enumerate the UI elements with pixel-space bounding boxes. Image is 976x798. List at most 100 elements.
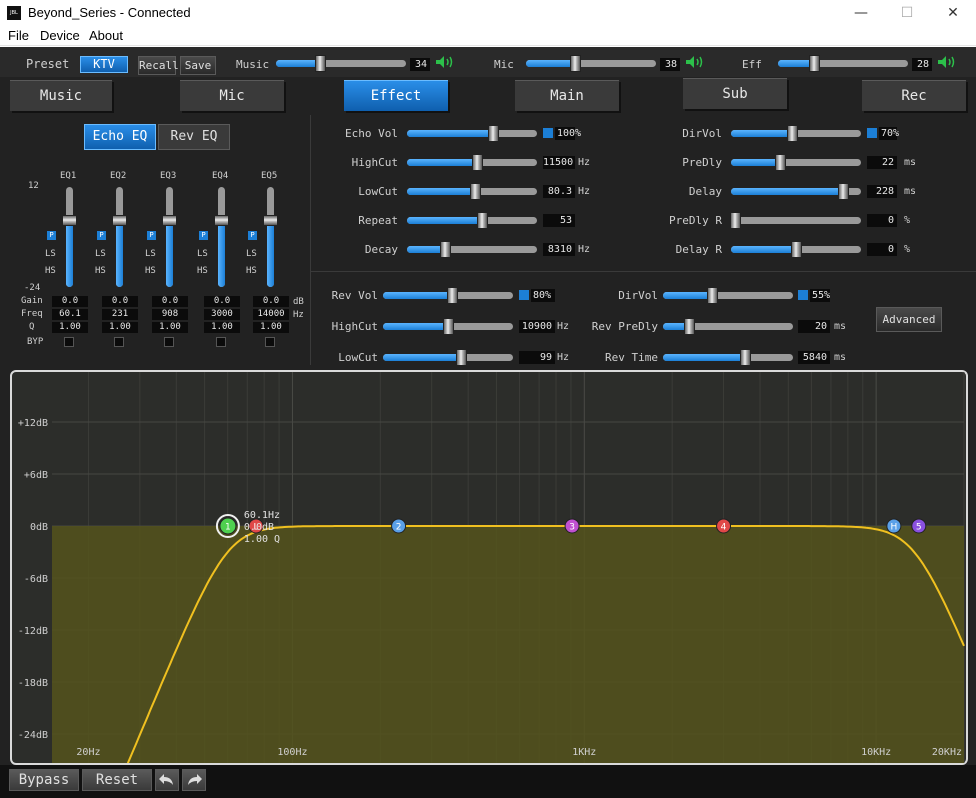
high-shelf-label[interactable]: HS (145, 266, 156, 276)
maximize-button[interactable]: ☐ (884, 0, 930, 26)
eq-gain-value[interactable]: 0.0 (152, 296, 188, 307)
peak-filter-icon[interactable]: P (97, 231, 106, 240)
param-value[interactable]: 0 (867, 214, 897, 227)
low-shelf-label[interactable]: LS (197, 249, 208, 259)
save-button[interactable]: Save (180, 56, 216, 75)
eq-freq-value[interactable]: 14000 (253, 309, 289, 320)
minimize-button[interactable]: — (838, 0, 884, 26)
param-value[interactable]: 53 (543, 214, 575, 227)
music-level-slider[interactable] (276, 55, 406, 72)
eff-level-slider[interactable] (778, 55, 908, 72)
peak-filter-icon[interactable]: P (199, 231, 208, 240)
eq-bypass-checkbox[interactable] (114, 337, 124, 347)
param-value[interactable]: 0 (867, 243, 897, 256)
eq-gain-value[interactable]: 0.0 (102, 296, 138, 307)
param-slider[interactable] (407, 125, 537, 142)
param-slider[interactable] (663, 287, 793, 304)
speaker-icon[interactable] (686, 56, 704, 68)
plus-icon[interactable] (519, 290, 529, 300)
tab-sub[interactable]: Sub (683, 78, 787, 109)
reset-button[interactable]: Reset (82, 769, 152, 791)
param-value[interactable]: 228 (867, 185, 897, 198)
high-shelf-label[interactable]: HS (95, 266, 106, 276)
eq-bypass-checkbox[interactable] (64, 337, 74, 347)
eq-bypass-checkbox[interactable] (265, 337, 275, 347)
eq-gain-slider[interactable] (62, 187, 77, 287)
param-value[interactable]: 100% (555, 127, 581, 140)
eq-gain-slider[interactable] (214, 187, 229, 287)
plus-icon[interactable] (543, 128, 553, 138)
speaker-icon[interactable] (938, 56, 956, 68)
tab-effect[interactable]: Effect (344, 80, 448, 111)
param-slider[interactable] (407, 154, 537, 171)
param-value[interactable]: 10900 (519, 320, 555, 333)
eq-graph-canvas[interactable]: +12dB +6dB 0dB -6dB -12dB -18dB -24dB 20Hz 100Hz… (12, 372, 966, 787)
param-slider[interactable] (731, 183, 861, 200)
eq-gain-slider[interactable] (162, 187, 177, 287)
plus-icon[interactable] (798, 290, 808, 300)
eq-freq-value[interactable]: 231 (102, 309, 138, 320)
echo-eq-tab[interactable]: Echo EQ (84, 124, 156, 150)
advanced-button[interactable]: Advanced (876, 307, 942, 332)
bypass-button[interactable]: Bypass (9, 769, 79, 791)
param-value[interactable]: 55% (810, 289, 830, 302)
param-value[interactable]: 80% (531, 289, 555, 302)
param-value[interactable]: 70% (879, 127, 899, 140)
param-slider[interactable] (383, 287, 513, 304)
menu-file[interactable]: File (8, 28, 29, 43)
low-shelf-label[interactable]: LS (45, 249, 56, 259)
param-slider[interactable] (407, 212, 537, 229)
param-slider[interactable] (729, 212, 861, 229)
high-shelf-label[interactable]: HS (246, 266, 257, 276)
peak-filter-icon[interactable]: P (248, 231, 257, 240)
eq-bypass-checkbox[interactable] (164, 337, 174, 347)
eq-gain-slider[interactable] (263, 187, 278, 287)
param-slider[interactable] (663, 349, 793, 366)
low-shelf-label[interactable]: LS (95, 249, 106, 259)
param-value[interactable]: 22 (867, 156, 897, 169)
eq-gain-value[interactable]: 0.0 (204, 296, 240, 307)
mic-level-slider[interactable] (526, 55, 656, 72)
menu-device[interactable]: Device (40, 28, 80, 43)
param-value[interactable]: 11500 (543, 156, 575, 169)
eq-freq-value[interactable]: 908 (152, 309, 188, 320)
peak-filter-icon[interactable]: P (47, 231, 56, 240)
close-button[interactable]: ✕ (930, 0, 976, 26)
param-slider[interactable] (383, 318, 513, 335)
low-shelf-label[interactable]: LS (246, 249, 257, 259)
eq-gain-value[interactable]: 0.0 (253, 296, 289, 307)
param-slider[interactable] (407, 183, 537, 200)
tab-music[interactable]: Music (10, 80, 112, 111)
eq-q-value[interactable]: 1.00 (253, 322, 289, 333)
eq-q-value[interactable]: 1.00 (102, 322, 138, 333)
preset-select[interactable]: KTV (80, 56, 128, 73)
rev-eq-tab[interactable]: Rev EQ (158, 124, 230, 150)
eq-bypass-checkbox[interactable] (216, 337, 226, 347)
eq-q-value[interactable]: 1.00 (152, 322, 188, 333)
eq-q-value[interactable]: 1.00 (52, 322, 88, 333)
eq-freq-value[interactable]: 3000 (204, 309, 240, 320)
param-value[interactable]: 5840 (798, 351, 830, 364)
eq-response-graph[interactable]: +12dB +6dB 0dB -6dB -12dB -18dB -24dB 20Hz 100Hz… (10, 370, 968, 787)
param-slider[interactable] (407, 241, 537, 258)
param-slider[interactable] (731, 241, 861, 258)
eq-q-value[interactable]: 1.00 (204, 322, 240, 333)
tab-mic[interactable]: Mic (180, 80, 284, 111)
param-slider[interactable] (731, 125, 861, 142)
speaker-icon[interactable] (436, 56, 454, 68)
high-shelf-label[interactable]: HS (45, 266, 56, 276)
param-slider[interactable] (663, 318, 793, 335)
eq-gain-value[interactable]: 0.0 (52, 296, 88, 307)
low-shelf-label[interactable]: LS (145, 249, 156, 259)
undo-icon[interactable] (155, 769, 179, 791)
param-value[interactable]: 99 (519, 351, 555, 364)
param-slider[interactable] (731, 154, 861, 171)
param-slider[interactable] (383, 349, 513, 366)
param-value[interactable]: 80.3 (543, 185, 575, 198)
eq-gain-slider[interactable] (112, 187, 127, 287)
high-shelf-label[interactable]: HS (197, 266, 208, 276)
peak-filter-icon[interactable]: P (147, 231, 156, 240)
menu-about[interactable]: About (89, 28, 123, 43)
param-value[interactable]: 20 (798, 320, 830, 333)
redo-icon[interactable] (182, 769, 206, 791)
